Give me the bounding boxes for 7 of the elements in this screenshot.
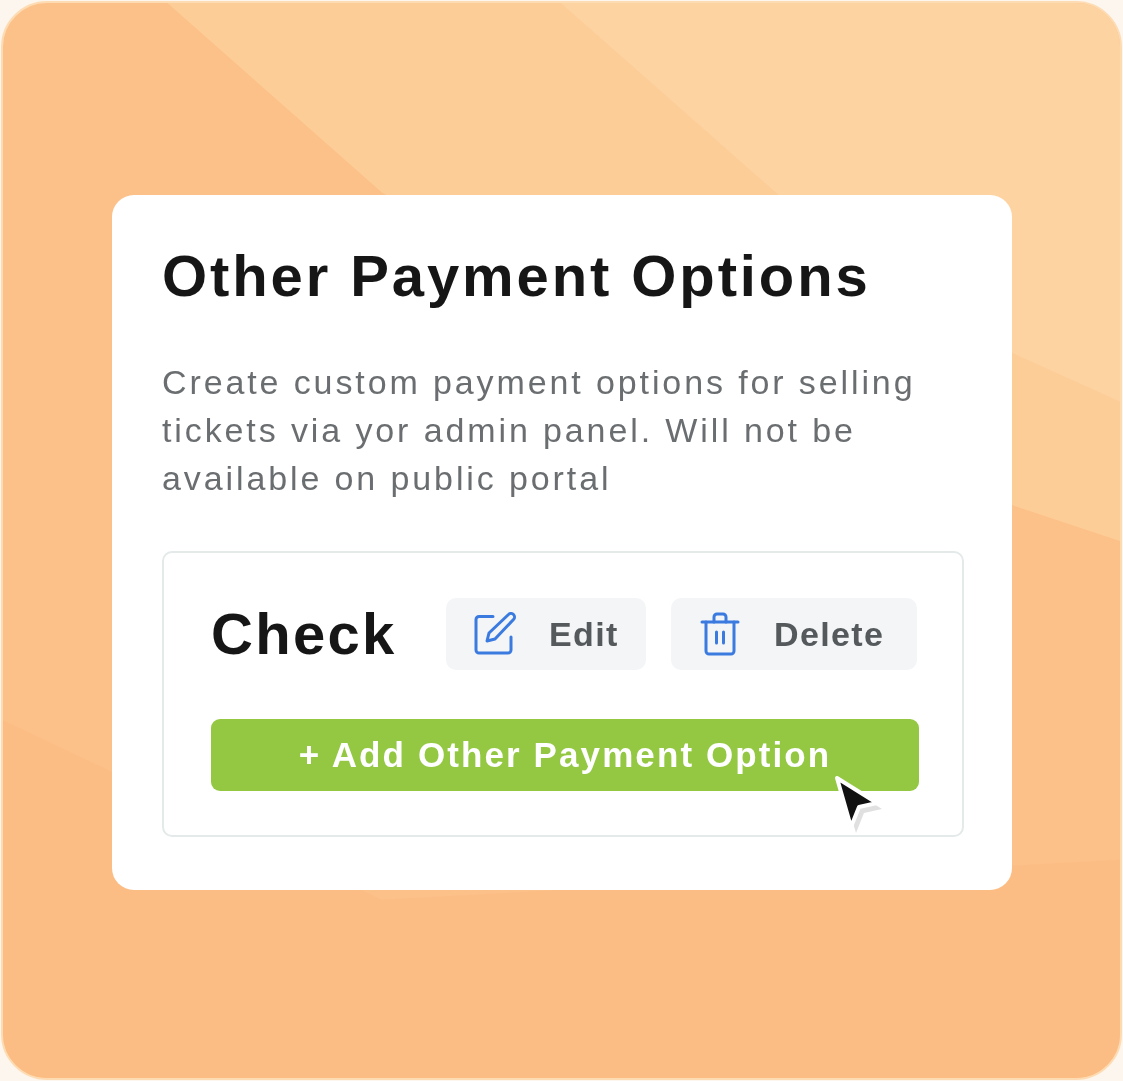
payment-option-name: Check (211, 600, 398, 668)
edit-button[interactable]: Edit (446, 598, 646, 670)
card-description: Create custom payment options for selling tickets via yor admin panel. Will not be available on public portal (162, 362, 917, 499)
delete-button[interactable]: Delete (671, 598, 917, 670)
trash-icon (700, 612, 740, 656)
edit-icon (473, 612, 517, 656)
card-title: Other Payment Options (162, 242, 872, 310)
